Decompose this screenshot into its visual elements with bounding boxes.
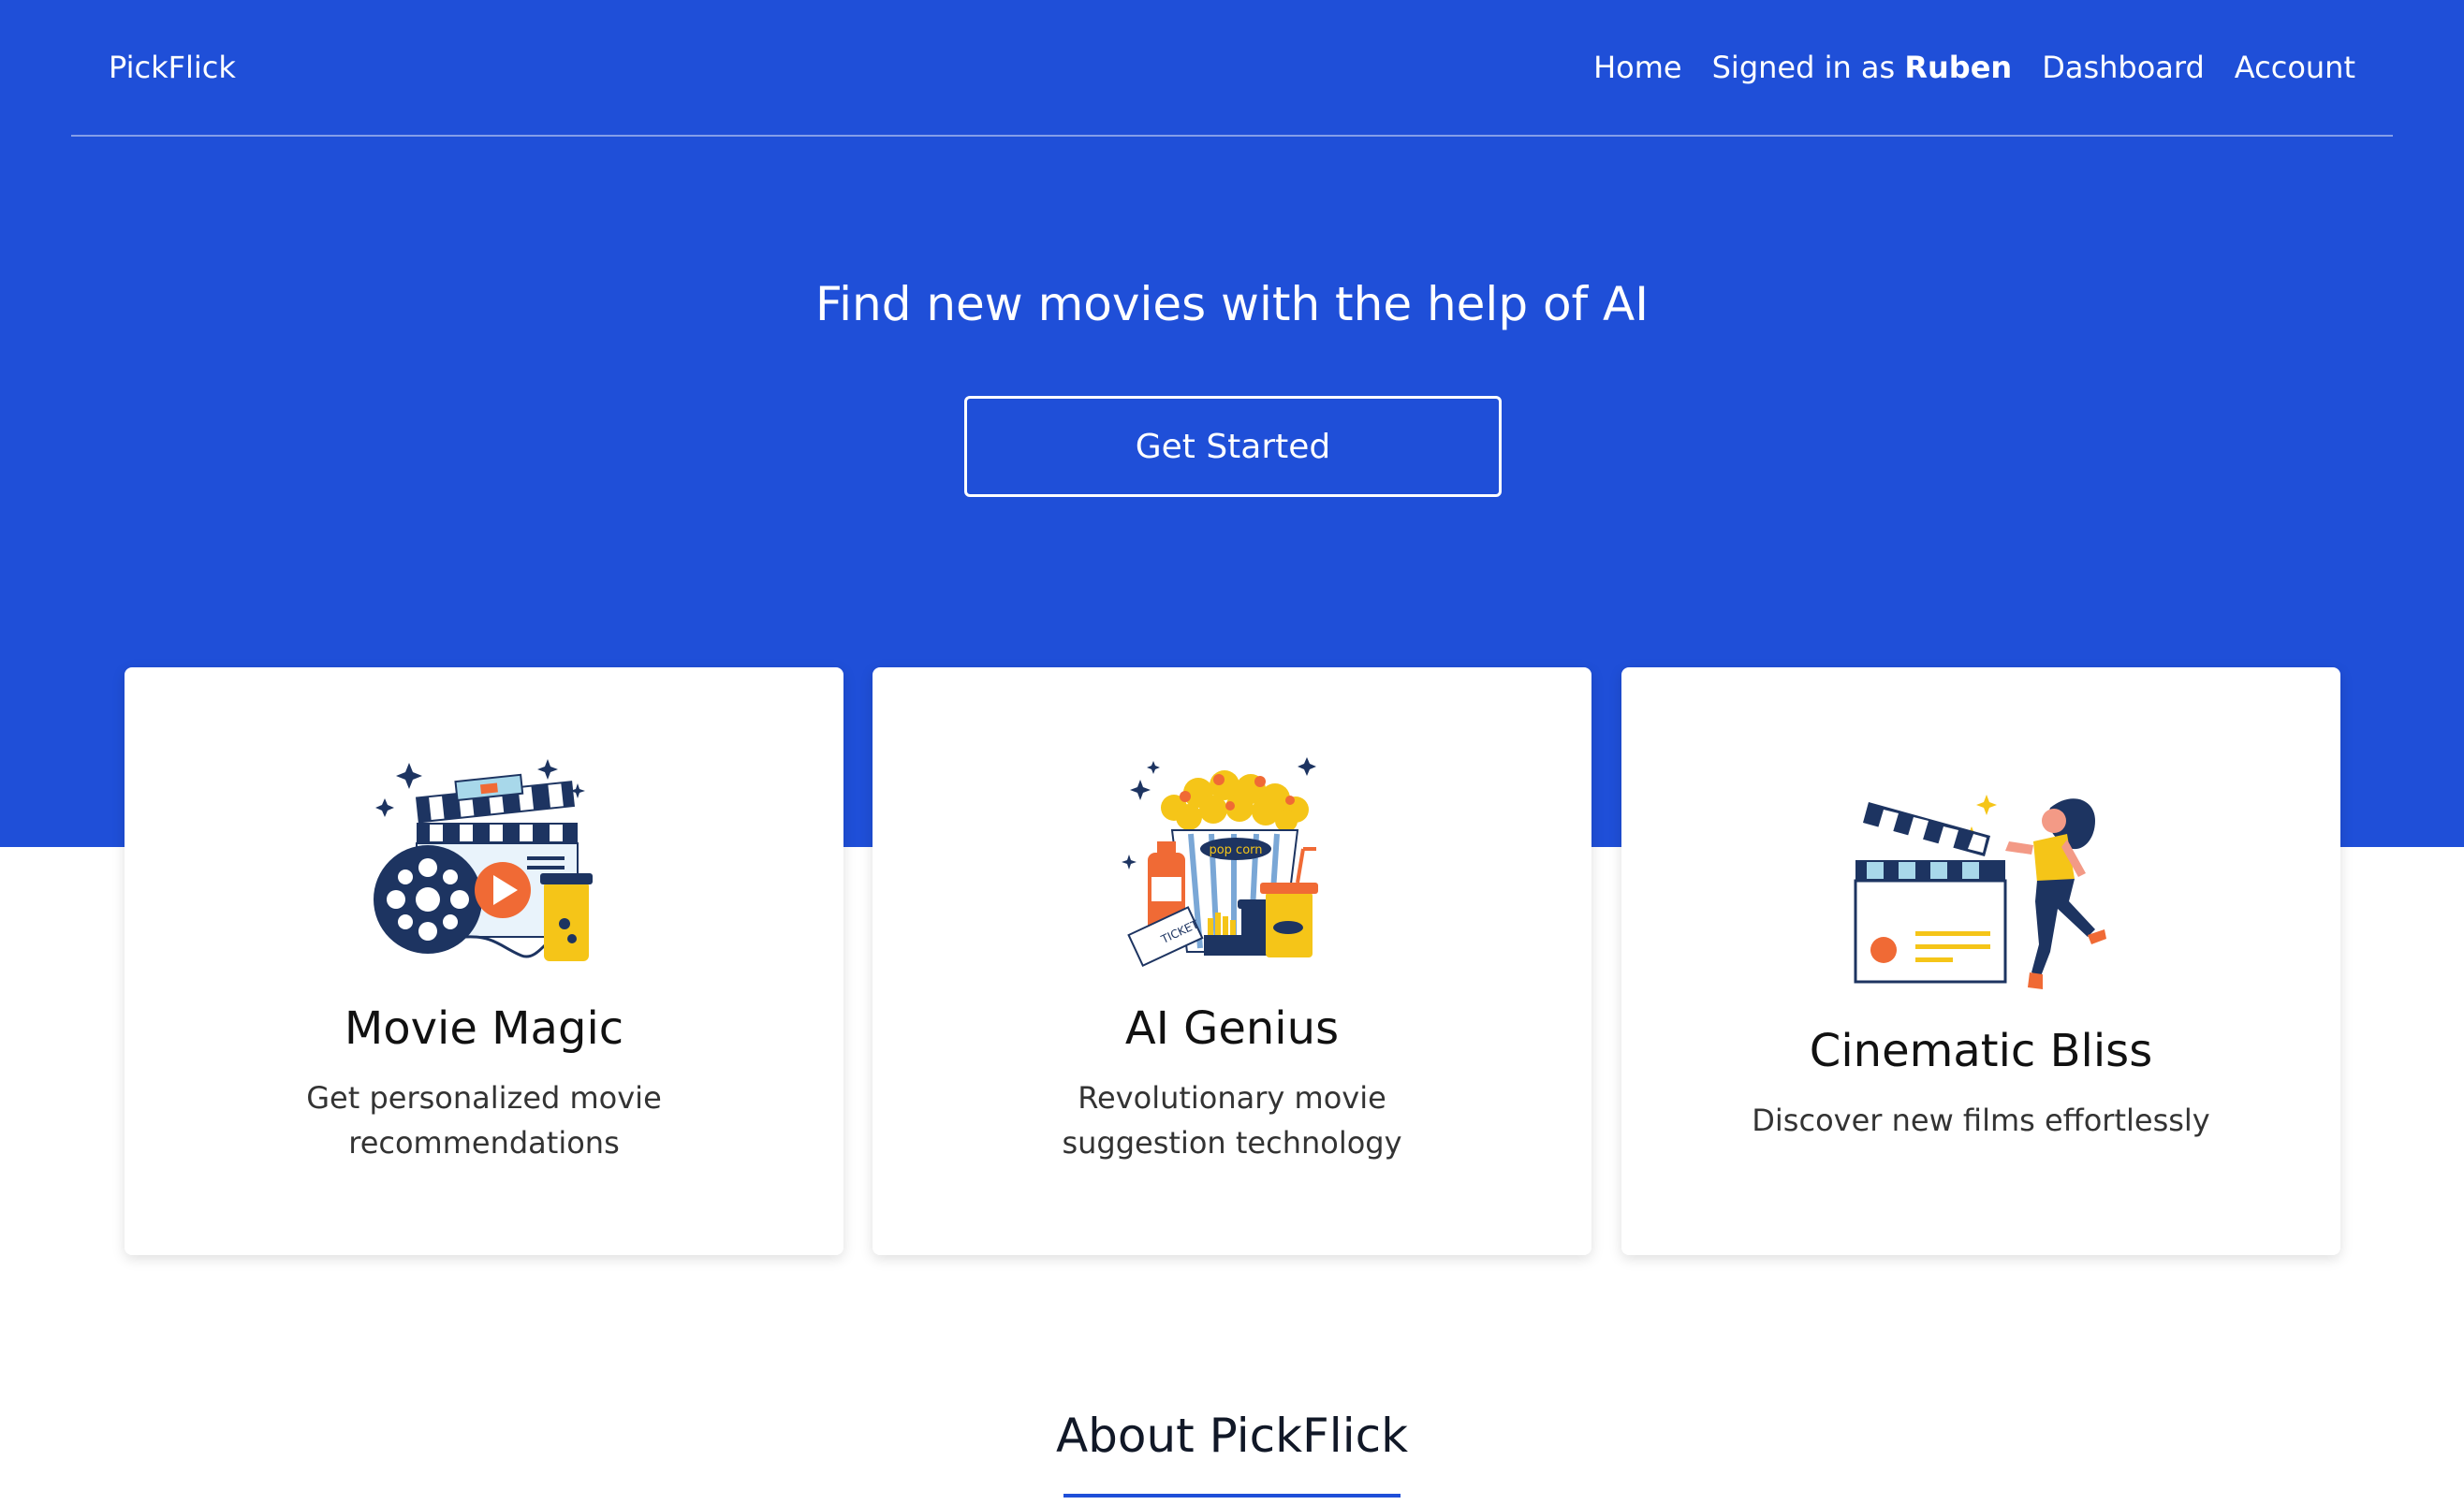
nav-divider — [71, 135, 2393, 137]
svg-text:pop corn: pop corn — [1209, 843, 1262, 857]
nav-dashboard-link[interactable]: Dashboard — [2042, 47, 2205, 88]
film-reel-illustration — [125, 752, 843, 967]
feature-description: Revolutionary movie suggestion technolog… — [1062, 1080, 1402, 1161]
signed-in-prefix: Signed in as — [1711, 50, 1896, 85]
feature-title: Movie Magic — [344, 1002, 624, 1055]
feature-card-ai-genius: pop corn TICKET AI Genius Revolutionary … — [873, 667, 1591, 1255]
get-started-button[interactable]: Get Started — [964, 396, 1502, 497]
feature-card-movie-magic: Movie Magic Get personalized movie recom… — [125, 667, 843, 1255]
feature-description: Get personalized movie recommendations — [306, 1080, 662, 1161]
nav-account-link[interactable]: Account — [2235, 47, 2355, 88]
signed-in-status: Signed in as Ruben — [1712, 47, 2013, 88]
user-name: Ruben — [1904, 50, 2013, 85]
feature-title: Cinematic Bliss — [1809, 1025, 2153, 1077]
feature-title: AI Genius — [1124, 1002, 1340, 1055]
clapperboard-woman-illustration — [1621, 789, 2340, 995]
nav-home-link[interactable]: Home — [1593, 47, 1682, 88]
popcorn-snacks-illustration: pop corn TICKET — [873, 752, 1591, 967]
feature-card-cinematic-bliss: Cinematic Bliss Discover new films effor… — [1621, 667, 2340, 1255]
hero-title: Find new movies with the help of AI — [815, 277, 1649, 331]
feature-description: Discover new films effortlessly — [1752, 1103, 2210, 1138]
about-section-title: About PickFlick — [1055, 1409, 1409, 1463]
brand-logo-link[interactable]: PickFlick — [109, 47, 236, 88]
about-title-underline — [1063, 1494, 1401, 1498]
top-nav: Home Signed in as Ruben Dashboard Accoun… — [1593, 47, 2355, 88]
